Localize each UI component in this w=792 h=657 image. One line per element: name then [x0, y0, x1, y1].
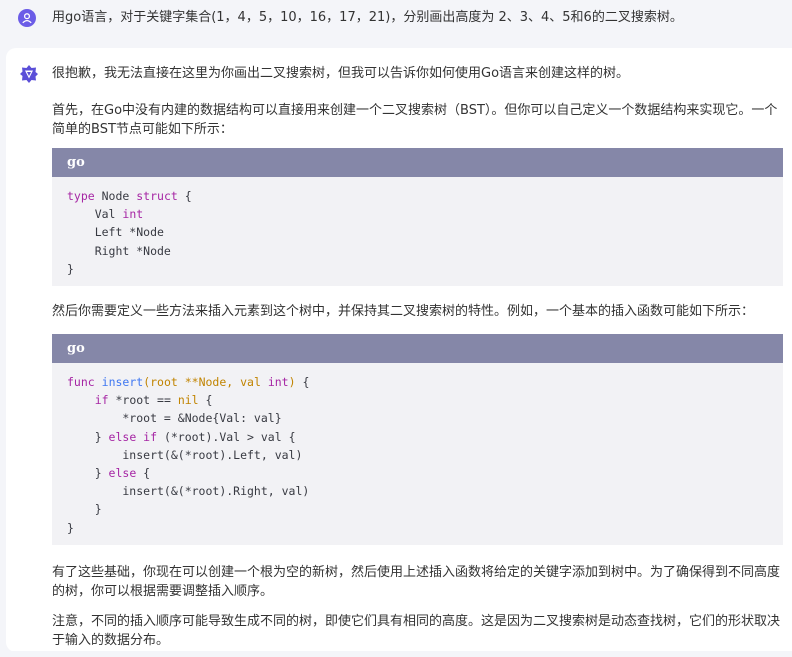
code-token: Right *Node [67, 243, 171, 258]
code-token: Val [67, 207, 123, 222]
code-line: } [67, 519, 768, 537]
code-token: { [177, 189, 192, 203]
code-token: } [67, 520, 74, 535]
user-avatar [18, 9, 36, 27]
code-token: nil [177, 393, 199, 408]
code-token: else if [108, 429, 158, 444]
assistant-answer-card: 很抱歉，我无法直接在这里为你画出二叉搜索树，但我可以告诉你如何使用Go语言来创建… [6, 48, 792, 652]
code-line: } [67, 260, 768, 278]
code-token: insert(&(*root).Left, val) [67, 447, 303, 462]
code-token: int [267, 375, 289, 389]
code-token: if [94, 393, 109, 408]
answer-paragraph-note: 注意，不同的插入顺序可能导致生成不同的树，即使它们具有相同的高度。这是因为二叉搜… [52, 614, 781, 648]
code-line: func insert(root **Node, val int) { [67, 373, 768, 391]
code-token: Node [94, 189, 137, 203]
code-line: *root = &Node{Val: val} [67, 409, 768, 427]
code-token: } [67, 429, 109, 444]
code-line: } else if (*root).Val > val { [67, 428, 768, 446]
code-line: if *root == nil { [67, 391, 768, 409]
code-block-node-struct: go type Node struct { Val int Left *Node… [52, 148, 783, 287]
user-message-row: 用go语言，对于关键字集合(1，4，5，10，16，17，21)，分别画出高度为… [0, 0, 792, 46]
code-token: { [295, 375, 310, 389]
code-token: struct [136, 189, 178, 203]
answer-paragraph-intro: 很抱歉，我无法直接在这里为你画出二叉搜索树，但我可以告诉你如何使用Go语言来创建… [52, 66, 630, 81]
code-token: (root **Node, val [143, 375, 268, 389]
code-token: } [67, 502, 102, 517]
code-token: *root = &Node{Val: val} [67, 411, 282, 426]
answer-paragraph-insert: 然后你需要定义一些方法来插入元素到这个树中，并保持其二叉搜索树的特性。例如，一个… [52, 304, 755, 319]
user-message-text: 用go语言，对于关键字集合(1，4，5，10，16，17，21)，分别画出高度为… [52, 10, 683, 25]
code-line: Right *Node [67, 242, 768, 260]
code-token: { [198, 393, 213, 408]
code-token: (*root).Val > val { [157, 429, 296, 444]
code-token: ) [288, 375, 296, 389]
code-line: Left *Node [67, 223, 768, 241]
code-line: type Node struct { [67, 187, 768, 205]
code-token: } [67, 466, 109, 481]
code-content[interactable]: func insert(root **Node, val int) { if *… [52, 363, 783, 545]
ai-assistant-logo-icon [20, 65, 38, 83]
code-token: Left *Node [67, 225, 164, 240]
code-line: } [67, 500, 768, 518]
code-line: insert(&(*root).Left, val) [67, 446, 768, 464]
user-icon [22, 13, 32, 24]
code-token: } [67, 261, 74, 276]
answer-paragraph-build-tree: 有了这些基础，你现在可以创建一个根为空的新树，然后使用上述插入函数将给定的关键字… [52, 565, 781, 599]
code-language-label: go [52, 334, 783, 363]
bottom-strip [0, 651, 792, 657]
code-token: func [67, 375, 95, 389]
code-line: Val int [67, 205, 768, 223]
code-line: } else { [67, 464, 768, 482]
code-language-label: go [52, 148, 783, 177]
code-token: insert(&(*root).Right, val) [67, 484, 310, 499]
code-token: else [108, 466, 137, 481]
code-token: int [122, 207, 144, 222]
code-content[interactable]: type Node struct { Val int Left *Node Ri… [52, 177, 783, 286]
code-token: *root == [108, 393, 178, 408]
code-token: type [67, 189, 95, 203]
code-block-insert-func: go func insert(root **Node, val int) { i… [52, 334, 783, 545]
answer-paragraph-bst-node: 首先，在Go中没有内建的数据结构可以直接用来创建一个二叉搜索树（BST）。但你可… [52, 103, 778, 137]
code-line: insert(&(*root).Right, val) [67, 482, 768, 500]
code-token: insert [101, 375, 144, 389]
code-token: { [136, 466, 151, 481]
